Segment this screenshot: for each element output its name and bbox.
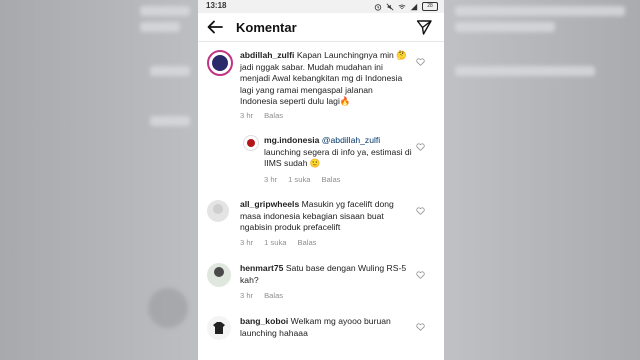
- header-bar: Komentar: [198, 13, 444, 42]
- comment-time: 3 hr: [240, 111, 254, 120]
- reply-button[interactable]: Balas: [297, 238, 316, 247]
- heart-icon[interactable]: [416, 58, 425, 66]
- heart-icon[interactable]: [416, 323, 425, 331]
- avatar[interactable]: [207, 200, 229, 222]
- comment-item: abdillah_zulfi Kapan Launchingnya min 🤔 …: [240, 50, 412, 108]
- page-title: Komentar: [236, 20, 297, 35]
- comment-meta: 3 hr Balas: [240, 111, 283, 120]
- blurred-text: [455, 22, 555, 32]
- status-bar: 13:18 28: [198, 0, 444, 13]
- mute-icon: [386, 3, 394, 10]
- mention-link[interactable]: @abdillah_zulfi: [322, 135, 380, 145]
- heart-icon[interactable]: [416, 271, 425, 279]
- avatar[interactable]: [207, 50, 233, 76]
- blurred-text: [455, 6, 625, 16]
- signal-icon: [410, 3, 418, 10]
- heart-icon[interactable]: [416, 207, 425, 215]
- comment-username[interactable]: all_gripwheels: [240, 199, 299, 209]
- back-arrow-icon[interactable]: [206, 19, 224, 35]
- comment-item: bang_koboi Welkam mg ayooo buruan launch…: [240, 316, 412, 339]
- comment-username[interactable]: mg.indonesia: [264, 135, 319, 145]
- blurred-text: [150, 116, 190, 126]
- comment-meta: 3 hr 1 suka Balas: [240, 238, 316, 247]
- comment-item: all_gripwheels Masukin yg facelift dong …: [240, 199, 412, 234]
- heart-icon[interactable]: [416, 143, 425, 151]
- avatar[interactable]: [207, 316, 231, 340]
- send-icon[interactable]: [416, 19, 432, 35]
- blurred-avatar: [148, 288, 188, 328]
- avatar-image: [247, 139, 255, 147]
- comment-item: henmart75 Satu base dengan Wuling RS-5 k…: [240, 263, 412, 286]
- comment-meta: 3 hr 1 suka Balas: [264, 175, 340, 184]
- avatar[interactable]: [243, 135, 259, 151]
- blurred-text: [455, 66, 595, 76]
- reply-button[interactable]: Balas: [264, 111, 283, 120]
- comment-username[interactable]: bang_koboi: [240, 316, 288, 326]
- comment-time: 3 hr: [240, 291, 254, 300]
- status-time: 13:18: [206, 1, 227, 10]
- reply-button[interactable]: Balas: [264, 291, 283, 300]
- phone-screen: 13:18 28 Komentar abdillah_zulfi Kapan L…: [198, 0, 444, 360]
- avatar-image: [213, 322, 225, 334]
- comment-meta: 3 hr Balas: [240, 291, 283, 300]
- like-count[interactable]: 1 suka: [288, 175, 310, 184]
- avatar-image: [213, 204, 223, 214]
- avatar-image: [212, 55, 228, 71]
- comment-text: launching segera di info ya, estimasi di…: [264, 146, 412, 169]
- comment-time: 3 hr: [264, 175, 278, 184]
- reply-button[interactable]: Balas: [321, 175, 340, 184]
- comment-time: 3 hr: [240, 238, 254, 247]
- battery-icon: 28: [422, 2, 438, 11]
- comment-username[interactable]: abdillah_zulfi: [240, 50, 294, 60]
- blurred-text: [150, 66, 190, 76]
- wifi-icon: [398, 4, 406, 9]
- avatar[interactable]: [207, 263, 231, 287]
- like-count[interactable]: 1 suka: [264, 238, 286, 247]
- reply-item: mg.indonesia @abdillah_zulfi launching s…: [264, 135, 414, 170]
- avatar-image: [214, 267, 224, 277]
- alarm-icon: [374, 3, 382, 11]
- blurred-text: [140, 22, 180, 32]
- comment-username[interactable]: henmart75: [240, 263, 283, 273]
- blurred-text: [140, 6, 190, 16]
